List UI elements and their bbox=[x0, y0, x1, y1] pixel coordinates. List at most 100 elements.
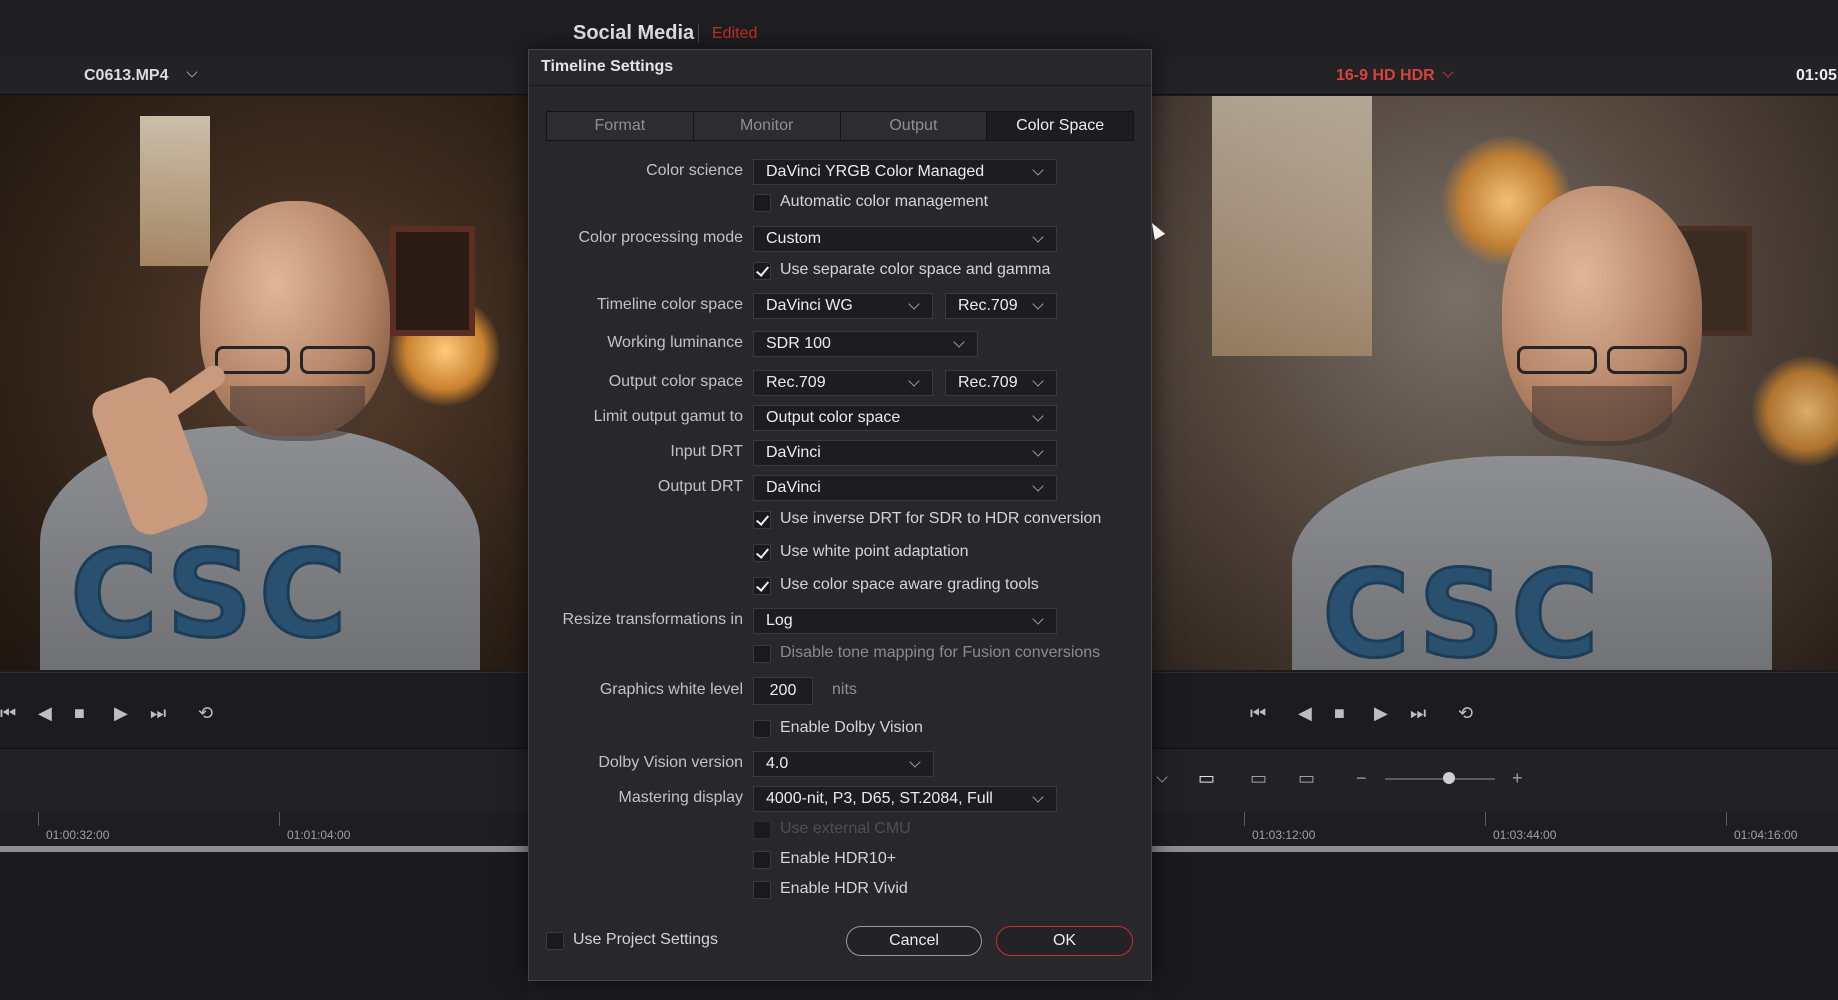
dolby-vision-label: Enable Dolby Vision bbox=[780, 719, 923, 736]
processing-mode-dropdown[interactable]: Custom bbox=[753, 226, 1057, 252]
clip-name[interactable]: C0613.MP4 bbox=[84, 67, 169, 85]
glasses-right bbox=[300, 346, 375, 374]
timeline-viewer-header: 16-9 HD HDR 01:05 bbox=[1152, 57, 1838, 95]
clip-dropdown-chevron-icon[interactable] bbox=[186, 66, 198, 78]
resolve-window: Social Media Edited C0613.MP4 16-9 HD HD… bbox=[0, 0, 1838, 1000]
resize-transformations-dropdown[interactable]: Log bbox=[753, 608, 1057, 634]
zoom-out-icon[interactable]: − bbox=[1356, 768, 1367, 789]
timeline-color-space-dropdown[interactable]: DaVinci WG bbox=[753, 293, 933, 319]
hdr-vivid-checkbox[interactable] bbox=[753, 881, 771, 899]
go-to-start-icon[interactable]: ⏮ bbox=[1250, 703, 1266, 724]
source-transport: ⏮ ◀ ■ ▶ ⏭ ⟲ bbox=[0, 672, 528, 748]
disable-tone-mapping-checkbox[interactable] bbox=[753, 645, 771, 663]
go-to-end-icon[interactable]: ⏭ bbox=[1410, 703, 1426, 724]
project-title: Social Media bbox=[573, 22, 695, 44]
cs-aware-tools-checkbox[interactable] bbox=[753, 577, 771, 595]
tab-monitor[interactable]: Monitor bbox=[694, 112, 841, 140]
output-color-space-dropdown[interactable]: Rec.709 bbox=[753, 370, 933, 396]
working-luminance-dropdown[interactable]: SDR 100 bbox=[753, 331, 978, 357]
white-point-checkbox[interactable] bbox=[753, 544, 771, 562]
limit-gamut-value: Output color space bbox=[766, 409, 901, 426]
limit-gamut-dropdown[interactable]: Output color space bbox=[753, 405, 1057, 431]
timecode: 01:05 bbox=[1796, 67, 1837, 84]
loop-icon[interactable]: ⟲ bbox=[1458, 703, 1473, 724]
loop-icon[interactable]: ⟲ bbox=[198, 703, 213, 724]
output-color-space-label: Output color space bbox=[608, 373, 743, 390]
hdr10-checkbox[interactable] bbox=[753, 851, 771, 869]
zoom-in-icon[interactable]: + bbox=[1512, 768, 1523, 789]
dolby-version-dropdown[interactable]: 4.0 bbox=[753, 751, 934, 777]
beard bbox=[1532, 386, 1672, 446]
hdr-vivid-label: Enable HDR Vivid bbox=[780, 880, 908, 897]
go-to-end-icon[interactable]: ⏭ bbox=[150, 703, 166, 724]
mastering-display-label: Mastering display bbox=[618, 789, 744, 806]
zoom-custom-icon[interactable]: ▭ bbox=[1298, 768, 1315, 789]
reverse-play-icon[interactable]: ◀ bbox=[38, 703, 52, 724]
cancel-button[interactable]: Cancel bbox=[846, 926, 982, 956]
mastering-display-value: 4000-nit, P3, D65, ST.2084, Full bbox=[766, 790, 993, 807]
zoom-slider-knob[interactable] bbox=[1443, 772, 1455, 784]
timeline-dropdown-chevron-icon[interactable] bbox=[1442, 66, 1454, 78]
timeline-settings-dialog: Timeline Settings Format Monitor Output … bbox=[528, 49, 1152, 981]
separate-color-space-checkbox[interactable] bbox=[753, 262, 771, 280]
inverse-drt-checkbox[interactable] bbox=[753, 511, 771, 529]
zoom-full-icon[interactable]: ▭ bbox=[1198, 768, 1215, 789]
timeline-viewer-frame[interactable]: CSC bbox=[1152, 96, 1838, 670]
timeline-tracks-right[interactable] bbox=[1152, 852, 1838, 1000]
play-icon[interactable]: ▶ bbox=[114, 703, 128, 724]
tab-output[interactable]: Output bbox=[841, 112, 988, 140]
tab-color-space[interactable]: Color Space bbox=[987, 112, 1133, 140]
ruler-label: 01:03:12:00 bbox=[1252, 828, 1316, 842]
ok-button[interactable]: OK bbox=[996, 926, 1133, 956]
dolby-version-label: Dolby Vision version bbox=[598, 754, 743, 771]
auto-color-management-label: Automatic color management bbox=[780, 193, 989, 210]
hoodie-logo: CSC bbox=[69, 525, 353, 667]
timeline-tracks-left[interactable] bbox=[0, 852, 528, 1000]
zoom-detail-icon[interactable]: ▭ bbox=[1250, 768, 1267, 789]
chevron-down-icon bbox=[1032, 298, 1044, 310]
timeline-name[interactable]: 16-9 HD HDR bbox=[1336, 67, 1435, 85]
timeline-gamma-dropdown[interactable]: Rec.709 bbox=[945, 293, 1057, 319]
timeline-ruler-left[interactable]: 01:00:32:00 01:01:04:00 bbox=[0, 812, 528, 848]
zoom-slider-track[interactable] bbox=[1385, 778, 1495, 780]
window-light bbox=[140, 116, 210, 266]
reverse-play-icon[interactable]: ◀ bbox=[1298, 703, 1312, 724]
output-gamma-dropdown[interactable]: Rec.709 bbox=[945, 370, 1057, 396]
ruler-label: 01:03:44:00 bbox=[1493, 828, 1557, 842]
stop-icon[interactable]: ■ bbox=[1334, 703, 1345, 724]
title-separator bbox=[698, 24, 699, 43]
ruler-tick bbox=[279, 812, 280, 826]
play-icon[interactable]: ▶ bbox=[1374, 703, 1388, 724]
glasses-right bbox=[1607, 346, 1687, 374]
auto-color-management-checkbox[interactable] bbox=[753, 194, 771, 212]
disable-tone-mapping-label: Disable tone mapping for Fusion conversi… bbox=[780, 644, 1101, 661]
resize-transformations-label: Resize transformations in bbox=[562, 611, 743, 628]
color-science-dropdown[interactable]: DaVinci YRGB Color Managed bbox=[753, 159, 1057, 185]
resize-transformations-value: Log bbox=[766, 612, 793, 629]
timeline-color-space-label: Timeline color space bbox=[596, 296, 743, 313]
mastering-display-dropdown[interactable]: 4000-nit, P3, D65, ST.2084, Full bbox=[753, 786, 1057, 812]
color-science-value: DaVinci YRGB Color Managed bbox=[766, 163, 985, 180]
ruler-label: 01:04:16:00 bbox=[1734, 828, 1798, 842]
chevron-down-icon bbox=[909, 756, 921, 768]
chevron-down-icon bbox=[908, 375, 920, 387]
input-drt-dropdown[interactable]: DaVinci bbox=[753, 440, 1057, 466]
lamp-glow-right bbox=[1752, 356, 1838, 466]
go-to-start-icon[interactable]: ⏮ bbox=[0, 703, 16, 724]
chevron-down-icon bbox=[908, 298, 920, 310]
use-project-settings-checkbox[interactable] bbox=[546, 932, 564, 950]
tab-format[interactable]: Format bbox=[547, 112, 694, 140]
cs-aware-tools-label: Use color space aware grading tools bbox=[780, 576, 1039, 593]
ruler-tick bbox=[1485, 812, 1486, 826]
graphics-white-input[interactable]: 200 bbox=[753, 677, 813, 705]
hoodie-logo: CSC bbox=[1321, 545, 1605, 671]
inverse-drt-label: Use inverse DRT for SDR to HDR conversio… bbox=[780, 510, 1102, 527]
dolby-vision-checkbox[interactable] bbox=[753, 720, 771, 738]
timeline-transport: ⏮ ◀ ■ ▶ ⏭ ⟲ bbox=[1152, 672, 1838, 748]
chevron-down-icon bbox=[1032, 791, 1044, 803]
stop-icon[interactable]: ■ bbox=[74, 703, 85, 724]
timeline-ruler-right[interactable]: 01:03:12:00 01:03:44:00 01:04:16:00 bbox=[1152, 812, 1838, 848]
source-viewer-frame[interactable]: CSC bbox=[0, 96, 528, 670]
output-drt-dropdown[interactable]: DaVinci bbox=[753, 475, 1057, 501]
graphics-white-label: Graphics white level bbox=[599, 681, 743, 698]
